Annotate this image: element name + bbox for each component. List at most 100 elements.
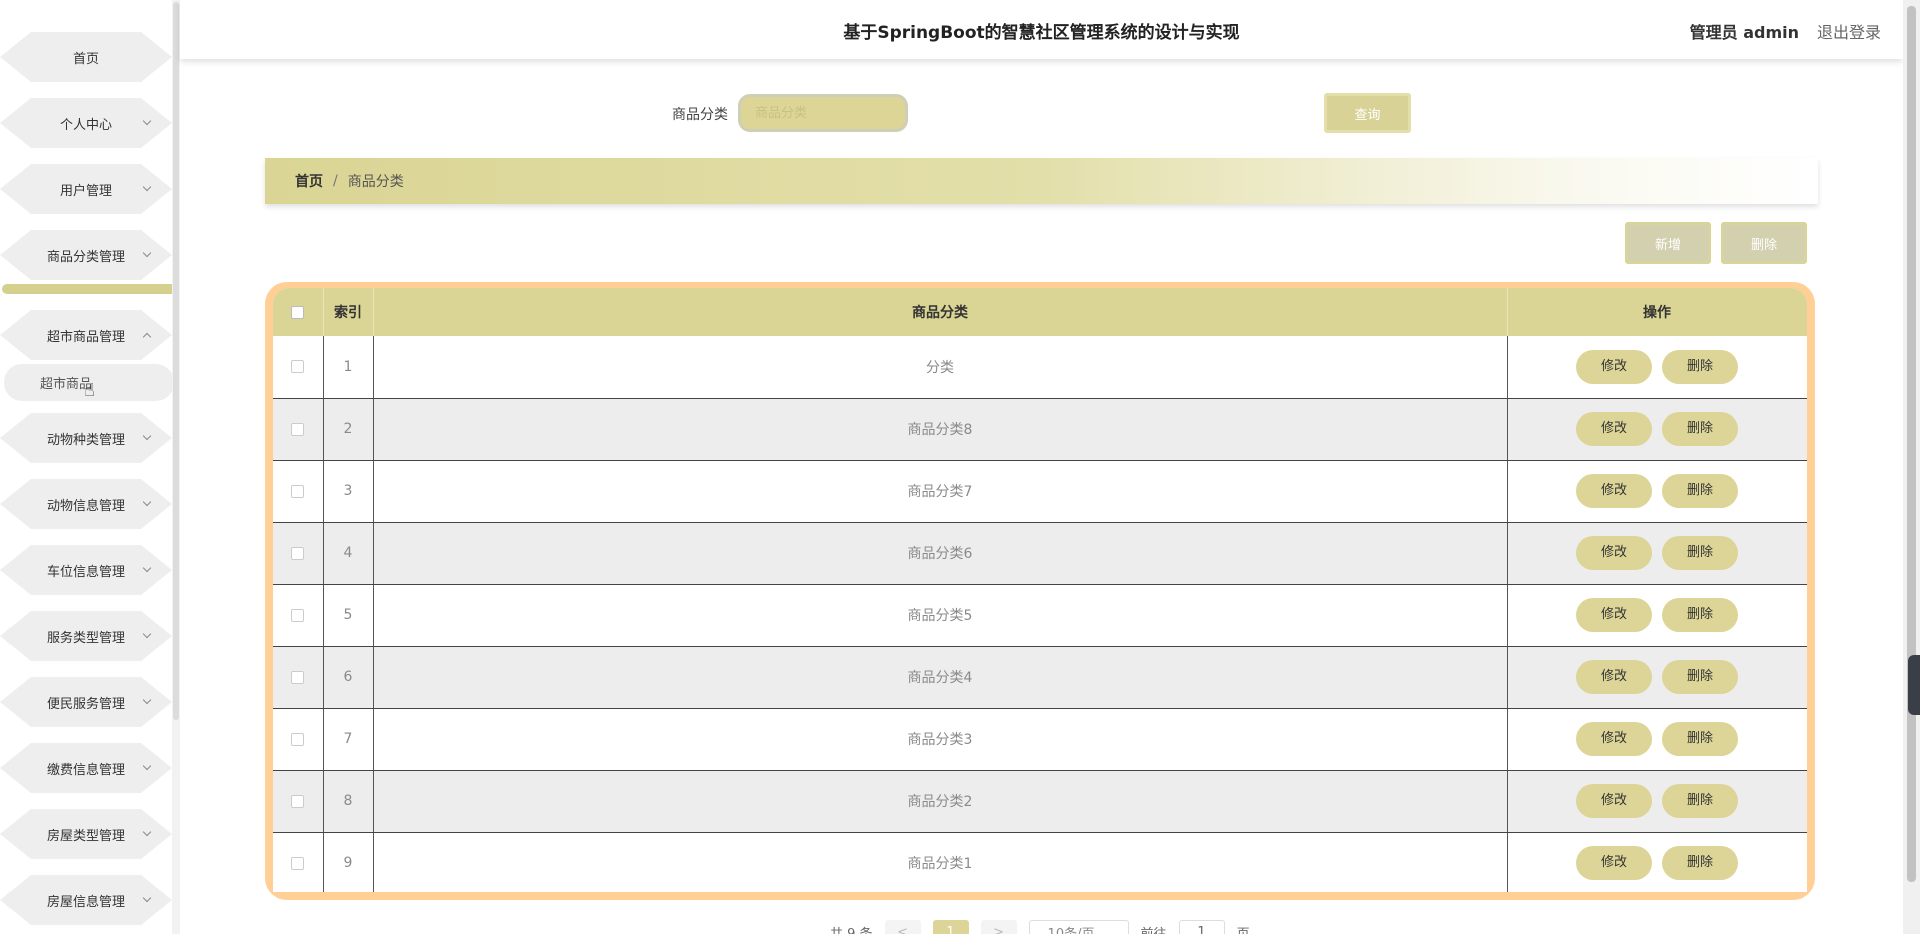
- row-category: 商品分类3: [373, 708, 1508, 771]
- row-edit-button[interactable]: 修改: [1576, 349, 1652, 384]
- row-category: 商品分类8: [373, 398, 1508, 461]
- chevron-down-icon: [142, 629, 152, 639]
- column-header-category: 商品分类: [373, 288, 1508, 336]
- query-button[interactable]: 查询: [1324, 93, 1411, 133]
- row-index: 1: [323, 336, 374, 399]
- sidebar-item-label: 超市商品管理: [46, 329, 125, 345]
- breadcrumb-separator: /: [333, 173, 338, 189]
- chevron-down-icon: [142, 116, 152, 126]
- row-edit-button[interactable]: 修改: [1576, 412, 1652, 446]
- page-scrollbar-thumb[interactable]: [1907, 6, 1916, 882]
- row-delete-button[interactable]: 删除: [1662, 660, 1738, 694]
- chevron-down-icon: [142, 695, 152, 705]
- select-all-cell: [273, 288, 324, 336]
- row-edit-button[interactable]: 修改: [1576, 660, 1652, 694]
- row-checkbox[interactable]: [291, 732, 305, 746]
- page-size-select[interactable]: 10条/页: [1028, 920, 1129, 934]
- sidebar-item[interactable]: 房屋类型管理: [0, 809, 172, 859]
- sidebar-item[interactable]: 用户管理: [0, 164, 172, 214]
- row-delete-button[interactable]: 删除: [1662, 349, 1738, 384]
- goto-suffix: 页: [1236, 926, 1250, 934]
- header: 基于SpringBoot的智慧社区管理系统的设计与实现 管理员 admin 退出…: [180, 0, 1903, 59]
- sidebar-item[interactable]: 首页: [0, 32, 172, 82]
- row-index: 3: [323, 460, 374, 523]
- sidebar-item[interactable]: 服务类型管理: [0, 611, 172, 661]
- sidebar-item-label: 便民服务管理: [46, 696, 125, 712]
- row-index: 5: [323, 584, 374, 647]
- row-edit-button[interactable]: 修改: [1576, 598, 1652, 632]
- sidebar-scrollbar-thumb[interactable]: [173, 2, 179, 720]
- table-row: 1 分类 修改 删除: [273, 336, 1807, 399]
- sidebar-item[interactable]: 超市商品管理: [0, 310, 172, 360]
- prev-page-button[interactable]: <: [884, 920, 921, 934]
- category-search-input[interactable]: [738, 94, 908, 132]
- sidebar-item[interactable]: 房屋信息管理: [0, 875, 172, 925]
- row-edit-button[interactable]: 修改: [1576, 536, 1652, 570]
- table-row: 8 商品分类2 修改 删除: [273, 770, 1807, 833]
- row-ops: 修改 删除: [1507, 336, 1807, 399]
- row-select-cell: [273, 708, 324, 771]
- sidebar-item[interactable]: 个人中心: [0, 98, 172, 148]
- row-delete-button[interactable]: 删除: [1662, 846, 1738, 880]
- row-index: 8: [323, 770, 374, 833]
- chevron-down-icon: [142, 563, 152, 573]
- sidebar-item[interactable]: 商品分类管理: [0, 230, 172, 280]
- sidebar-item-label: 缴费信息管理: [46, 762, 125, 778]
- row-checkbox[interactable]: [291, 856, 305, 870]
- table-row: 2 商品分类8 修改 删除: [273, 398, 1807, 461]
- row-delete-button[interactable]: 删除: [1662, 412, 1738, 446]
- sidebar-item[interactable]: 便民服务管理: [0, 677, 172, 727]
- batch-delete-button[interactable]: 删除: [1721, 222, 1807, 264]
- row-edit-button[interactable]: 修改: [1576, 846, 1652, 880]
- row-edit-button[interactable]: 修改: [1576, 722, 1652, 756]
- row-edit-button[interactable]: 修改: [1576, 474, 1652, 508]
- sidebar-item-label: 房屋信息管理: [46, 894, 125, 910]
- sidebar: 首页个人中心用户管理商品分类管理超市商品管理动物种类管理动物信息管理 车位信息管理…: [0, 0, 180, 934]
- add-button[interactable]: 新增: [1625, 222, 1711, 264]
- row-ops: 修改 删除: [1507, 460, 1807, 523]
- row-delete-button[interactable]: 删除: [1662, 474, 1738, 508]
- goto-page-input[interactable]: 1: [1178, 920, 1225, 934]
- row-checkbox[interactable]: [291, 422, 305, 436]
- row-checkbox[interactable]: [291, 360, 305, 374]
- sidebar-item[interactable]: 车位信息管理: [0, 545, 172, 595]
- sidebar-item-label: 个人中心: [59, 117, 112, 133]
- row-ops: 修改 删除: [1507, 770, 1807, 833]
- next-page-button[interactable]: >: [980, 920, 1017, 934]
- row-category: 商品分类5: [373, 584, 1508, 647]
- row-select-cell: [273, 522, 324, 585]
- sidebar-scrollbar[interactable]: [172, 0, 180, 934]
- table-row: 4 商品分类6 修改 删除: [273, 522, 1807, 585]
- sidebar-item-label: 动物信息管理: [46, 498, 125, 514]
- breadcrumb-home[interactable]: 首页: [295, 171, 323, 191]
- row-delete-button[interactable]: 删除: [1662, 722, 1738, 756]
- row-category: 商品分类2: [373, 770, 1508, 833]
- search-label: 商品分类: [672, 107, 728, 123]
- breadcrumb: 首页 / 商品分类: [265, 158, 1818, 204]
- row-select-cell: [273, 770, 324, 833]
- sidebar-item[interactable]: 缴费信息管理: [0, 743, 172, 793]
- page-number-button[interactable]: 1: [932, 920, 969, 934]
- row-delete-button[interactable]: 删除: [1662, 784, 1738, 818]
- select-all-checkbox[interactable]: [291, 305, 305, 319]
- row-checkbox[interactable]: [291, 794, 305, 808]
- row-checkbox[interactable]: [291, 484, 305, 498]
- page-scrollbar[interactable]: [1903, 0, 1920, 934]
- floating-side-widget[interactable]: [1908, 655, 1920, 715]
- row-edit-button[interactable]: 修改: [1576, 784, 1652, 818]
- chevron-down-icon: [142, 182, 152, 192]
- sidebar-item-label: 首页: [72, 51, 99, 67]
- row-delete-button[interactable]: 删除: [1662, 598, 1738, 632]
- chevron-down-icon: [142, 893, 152, 903]
- row-select-cell: [273, 398, 324, 461]
- row-delete-button[interactable]: 删除: [1662, 536, 1738, 570]
- breadcrumb-current: 商品分类: [347, 174, 404, 190]
- sidebar-item-label: 车位信息管理: [46, 564, 125, 580]
- row-checkbox[interactable]: [291, 546, 305, 560]
- table-row: 7 商品分类3 修改 删除: [273, 708, 1807, 771]
- row-checkbox[interactable]: [291, 670, 305, 684]
- row-checkbox[interactable]: [291, 608, 305, 622]
- sidebar-item[interactable]: 动物信息管理: [0, 479, 172, 529]
- logout-link[interactable]: 退出登录: [1817, 19, 1881, 43]
- sidebar-item[interactable]: 动物种类管理: [0, 413, 172, 463]
